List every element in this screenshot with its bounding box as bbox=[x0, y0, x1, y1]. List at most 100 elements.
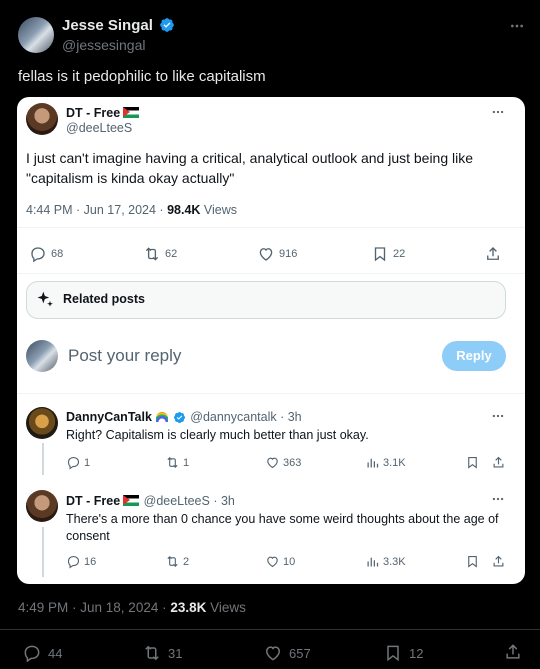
thread-line bbox=[42, 527, 44, 577]
reply-button-action[interactable]: 44 bbox=[22, 643, 62, 663]
reply-share-action bbox=[491, 455, 506, 470]
reply-input-placeholder: Post your reply bbox=[68, 346, 182, 365]
bookmark-icon bbox=[374, 247, 386, 262]
sparkle-icon bbox=[37, 291, 53, 307]
heart-icon bbox=[267, 457, 278, 469]
quoted-author-name-row: DT - Free bbox=[66, 104, 140, 122]
quoted-author-name: DT - Free bbox=[66, 106, 121, 120]
reply-views-count: 3.3K bbox=[383, 555, 406, 568]
reply-author-handle: @deeLteeS · 3h bbox=[143, 494, 235, 508]
reply-like-action: 10 bbox=[265, 554, 295, 569]
analytics-icon bbox=[367, 557, 379, 567]
quoted-post-text: I just can't imagine having a critical, … bbox=[26, 150, 474, 186]
reply-share-action bbox=[491, 554, 506, 569]
share-button-action[interactable] bbox=[503, 642, 523, 662]
quoted-reply-action: 68 bbox=[29, 245, 63, 263]
repost-icon bbox=[167, 457, 178, 468]
reply-like-count: 10 bbox=[283, 555, 296, 568]
heart-icon bbox=[267, 556, 278, 568]
reply-author-name: DannyCanTalk bbox=[66, 410, 152, 424]
tweet-time[interactable]: 4:49 PM · Jun 18, 2024 · bbox=[18, 600, 170, 615]
divider bbox=[17, 393, 525, 394]
more-options-icon[interactable] bbox=[509, 18, 525, 34]
reply-repost-action: 1 bbox=[165, 455, 189, 470]
repost-count: 31 bbox=[168, 645, 183, 661]
reply-author-handle: @dannycantalk · 3h bbox=[190, 410, 302, 424]
reply-repost-action: 2 bbox=[165, 554, 189, 569]
reply-header: DannyCanTalk @dannycantalk · 3h bbox=[66, 408, 302, 426]
palestine-flag-icon bbox=[123, 107, 140, 118]
quoted-post-time: 4:44 PM · Jun 17, 2024 · bbox=[26, 203, 168, 217]
quoted-post-meta: 4:44 PM · Jun 17, 2024 · 98.4K Views bbox=[26, 203, 237, 217]
reply-reply-count: 16 bbox=[84, 555, 97, 568]
reply-avatar bbox=[26, 407, 58, 439]
reply-button: Reply bbox=[442, 341, 506, 371]
quoted-bookmark-count: 22 bbox=[393, 248, 406, 260]
reply-more-icon bbox=[491, 492, 505, 506]
reply-views-action: 3.1K bbox=[365, 455, 406, 470]
like-button-action[interactable]: 657 bbox=[263, 643, 311, 663]
reply-author-name: DT - Free bbox=[66, 494, 121, 508]
reply-icon bbox=[31, 247, 45, 263]
reply-header: DT - Free @deeLteeS · 3h bbox=[66, 492, 235, 510]
quoted-author-avatar bbox=[26, 103, 58, 135]
tweet-views-label: Views bbox=[206, 600, 246, 615]
quoted-more-icon bbox=[491, 105, 505, 119]
palestine-flag-icon bbox=[123, 495, 140, 506]
bookmark-icon bbox=[468, 555, 477, 568]
tweet-text: fellas is it pedophilic to like capitali… bbox=[18, 68, 266, 85]
quoted-bookmark-action: 22 bbox=[371, 245, 405, 263]
bookmark-button-action[interactable]: 12 bbox=[383, 643, 423, 663]
reply-text: Right? Capitalism is clearly much better… bbox=[66, 428, 369, 442]
reply-like-action: 363 bbox=[265, 455, 301, 470]
quoted-author-handle: @deeLteeS bbox=[66, 121, 133, 135]
quoted-post-views-label: Views bbox=[200, 203, 238, 217]
quoted-reply-count: 68 bbox=[51, 248, 64, 260]
verified-badge-icon bbox=[160, 18, 175, 32]
reply-more-icon bbox=[491, 409, 505, 423]
reply-views-action: 3.3K bbox=[365, 554, 406, 569]
divider bbox=[0, 629, 540, 630]
reply-avatar bbox=[26, 490, 58, 522]
reply-repost-count: 2 bbox=[183, 555, 190, 568]
analytics-icon bbox=[367, 458, 379, 468]
bookmark-count: 12 bbox=[409, 645, 424, 661]
heart-icon[interactable] bbox=[263, 643, 283, 663]
reply-reply-action: 16 bbox=[66, 554, 96, 569]
divider bbox=[17, 227, 525, 228]
quoted-like-count: 916 bbox=[279, 248, 298, 260]
author-avatar[interactable] bbox=[18, 17, 54, 53]
share-icon[interactable] bbox=[503, 642, 523, 662]
reply-icon bbox=[67, 555, 80, 569]
quoted-repost-count: 62 bbox=[165, 248, 178, 260]
author-name-row[interactable]: Jesse Singal bbox=[62, 17, 175, 35]
reply-views-count: 3.1K bbox=[383, 456, 406, 469]
quoted-post-views-count: 98.4K bbox=[167, 203, 201, 217]
composer-avatar bbox=[26, 340, 58, 372]
tweet-views-count: 23.8K bbox=[170, 600, 207, 615]
reply-bookmark-action bbox=[465, 455, 480, 470]
reply-reply-action: 1 bbox=[66, 455, 90, 470]
divider bbox=[17, 273, 525, 274]
repost-icon bbox=[167, 556, 178, 567]
repost-icon[interactable] bbox=[142, 643, 162, 663]
reply-repost-count: 1 bbox=[183, 456, 190, 469]
share-icon bbox=[493, 555, 504, 567]
reply-icon[interactable] bbox=[22, 643, 42, 663]
repost-button-action[interactable]: 31 bbox=[142, 643, 182, 663]
reply-icon bbox=[67, 456, 80, 470]
quoted-share-action bbox=[484, 245, 502, 263]
embedded-screenshot[interactable]: DT - Free @deeLteeS I just can't imagine… bbox=[17, 97, 525, 584]
bookmark-icon bbox=[468, 456, 477, 469]
verified-badge-icon bbox=[173, 411, 185, 424]
thread-line bbox=[42, 443, 44, 475]
related-posts-label: Related posts bbox=[63, 292, 145, 306]
rainbow-emoji-icon bbox=[156, 412, 169, 422]
repost-icon bbox=[145, 247, 159, 261]
reply-bookmark-action bbox=[465, 554, 480, 569]
tweet-meta: 4:49 PM · Jun 18, 2024 · 23.8K Views bbox=[18, 600, 246, 615]
author-handle[interactable]: @jessesingal bbox=[62, 37, 145, 53]
bookmark-icon[interactable] bbox=[383, 643, 403, 663]
heart-icon bbox=[259, 248, 273, 261]
author-name[interactable]: Jesse Singal bbox=[62, 17, 153, 34]
